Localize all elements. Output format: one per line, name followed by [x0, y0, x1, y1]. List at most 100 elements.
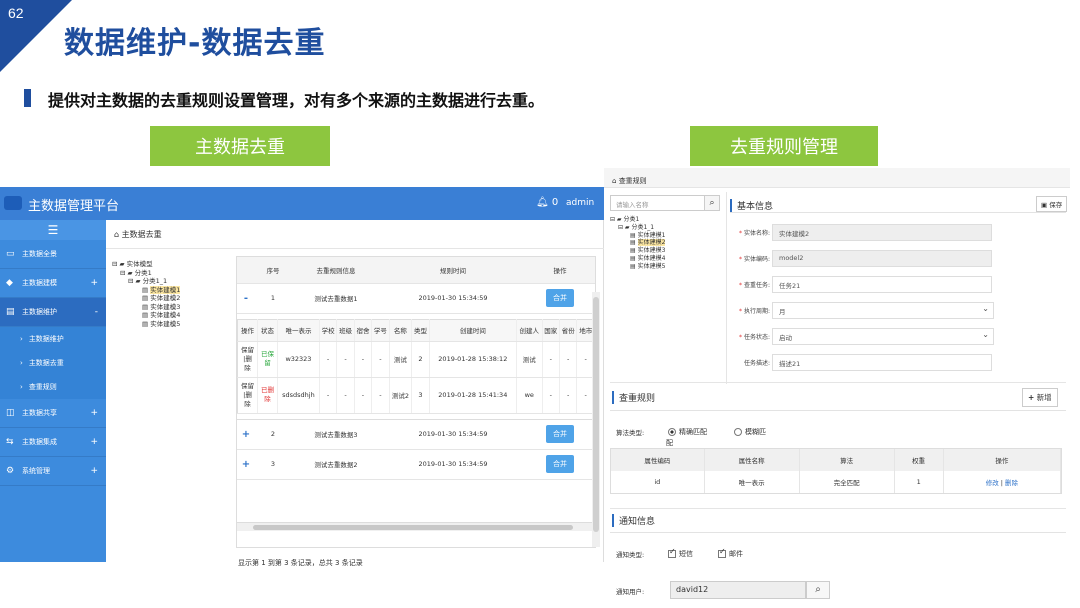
- algo-fuzzy-radio[interactable]: 模糊匹: [734, 427, 766, 437]
- keep-delete-links[interactable]: 保留 |删除: [237, 341, 258, 378]
- rule-section-title: 查重规则: [612, 391, 655, 404]
- notice-user-input[interactable]: david12: [670, 581, 806, 599]
- select-field[interactable]: 月 ⌄: [772, 302, 994, 319]
- sidebar-item-5[interactable]: ⚙ 系统管理 +: [0, 457, 106, 486]
- menu-icon: ▤: [6, 307, 15, 317]
- home-icon: ⌂: [612, 177, 617, 185]
- tree-cat11[interactable]: ⊟ ▰ 分类1_1: [112, 277, 180, 286]
- rule-col-header: 算法: [799, 449, 895, 471]
- text-field[interactable]: 任务21: [772, 276, 992, 293]
- sms-checkbox[interactable]: 短信: [668, 547, 693, 559]
- sidebar-subitem-1[interactable]: › 主数据去重: [0, 351, 106, 375]
- sidebar-item-0[interactable]: ▭ 主数据全景: [0, 240, 106, 269]
- table-row: + 2 测试去重数据3 2019-01-30 15:34:59 合并: [237, 419, 595, 450]
- file-icon: ▤: [142, 311, 149, 319]
- breadcrumb: ⌂ 主数据去重: [114, 229, 162, 240]
- row-toggle[interactable]: +: [237, 449, 255, 480]
- expand-icon: +: [90, 466, 98, 476]
- row-toggle[interactable]: -: [237, 283, 255, 314]
- text-field: model2: [772, 250, 992, 267]
- merge-button[interactable]: 合并: [546, 455, 574, 473]
- right-section-label: 去重规则管理: [690, 126, 878, 166]
- table-row: - 1 测试去重数据1 2019-01-30 15:34:59 合并: [237, 283, 595, 314]
- detail-col-header: 国家: [542, 319, 560, 342]
- sidebar-subitem-label: 主数据去重: [28, 359, 64, 367]
- field-label: * 执行周期:: [739, 308, 770, 315]
- text-field: 实体建模2: [772, 224, 992, 241]
- sidebar-subitem-2[interactable]: › 查重规则: [0, 375, 106, 399]
- search-icon[interactable]: ⌕: [806, 581, 830, 599]
- file-icon: ▤: [630, 239, 636, 247]
- field-label: * 实体编码:: [739, 256, 770, 263]
- file-icon: ▤: [630, 231, 636, 239]
- app-title: 主数据管理平台: [28, 199, 120, 214]
- email-checkbox[interactable]: 邮件: [718, 547, 743, 559]
- user-menu[interactable]: admin: [566, 198, 594, 208]
- sidebar-item-2[interactable]: ▤ 主数据维护 -: [0, 298, 106, 327]
- merge-button[interactable]: 合并: [546, 289, 574, 307]
- search-icon[interactable]: ⌕: [704, 195, 720, 211]
- chevron-right-icon: ›: [20, 383, 23, 391]
- main-content: ⌂ 主数据去重 ⊟ ▰ 实体模型 ⊟ ▰ 分类1 ⊟ ▰ 分类1_1 ▤ 实体建…: [106, 220, 604, 567]
- select-field[interactable]: 启动 ⌄: [772, 328, 994, 345]
- sidebar-item-4[interactable]: ⇆ 主数据集成 +: [0, 428, 106, 457]
- tree-cat1[interactable]: ⊟ ▰ 分类1: [610, 216, 665, 224]
- tree-leaf[interactable]: ▤ 实体建模4: [112, 311, 180, 320]
- chevron-down-icon: ⌄: [982, 304, 989, 313]
- row-rule: 测试去重数据1: [291, 283, 381, 314]
- sidebar-subitem-0[interactable]: › 主数据维护: [0, 327, 106, 351]
- home-icon: ⌂: [114, 230, 120, 239]
- merge-button[interactable]: 合并: [546, 425, 574, 443]
- notification-count: 0: [551, 197, 559, 208]
- file-icon: ▤: [142, 302, 149, 311]
- tree-leaf[interactable]: ▤ 实体建模1: [112, 285, 181, 295]
- tree-leaf[interactable]: ▤ 实体建模2: [112, 294, 180, 303]
- col-action: 操作: [525, 257, 595, 284]
- detail-col-header: 唯一表示: [277, 319, 320, 342]
- row-toggle[interactable]: +: [237, 419, 255, 450]
- text-field[interactable]: 描述21: [772, 354, 992, 371]
- sidebar-subitem-label: 查重规则: [28, 383, 57, 391]
- delete-link[interactable]: 删除: [1005, 479, 1018, 487]
- edit-link[interactable]: 修改: [986, 479, 999, 487]
- app-logo-icon: [4, 196, 22, 210]
- sidebar-item-3[interactable]: ◫ 主数据共享 +: [0, 399, 106, 428]
- tree-cat1[interactable]: ⊟ ▰ 分类1: [112, 269, 180, 278]
- tree-leaf[interactable]: ▤ 实体建模4: [610, 255, 665, 263]
- file-icon: ▤: [142, 285, 149, 294]
- menu-toggle[interactable]: ☰: [0, 220, 106, 240]
- sidebar-item-label: 主数据维护: [22, 308, 57, 316]
- plus-icon: +: [1028, 393, 1035, 402]
- tree-leaf[interactable]: ▤ 实体建模3: [112, 303, 180, 312]
- rule-table: 属性编码 属性名称 算法 权重 操作 id 唯一表示 完全匹配 1 修改 | 删除: [610, 448, 1062, 494]
- tree-leaf[interactable]: ▤ 实体建模5: [112, 320, 180, 329]
- sidebar-item-label: 主数据建模: [22, 279, 57, 287]
- horizontal-scrollbar[interactable]: [237, 522, 595, 531]
- vertical-scrollbar[interactable]: [592, 292, 600, 547]
- table-row: 保留 |删除 已删除 sdsdsdhjh - - - - 测试2 3 2019-0…: [237, 377, 595, 414]
- save-icon: ▣: [1041, 201, 1048, 209]
- algo-exact-radio[interactable]: 精确匹配: [668, 427, 707, 437]
- notification-bell[interactable]: 🔔︎ 0: [536, 197, 558, 208]
- rule-col-header: 属性名称: [704, 449, 800, 471]
- detail-col-header: 类型: [411, 319, 430, 342]
- tree-cat11[interactable]: ⊟ ▰ 分类1_1: [610, 224, 665, 232]
- divider: [106, 248, 604, 249]
- tree-leaf[interactable]: ▤ 实体建模3: [610, 247, 665, 255]
- keep-delete-links[interactable]: 保留 |删除: [237, 377, 258, 414]
- sidebar-item-label: 主数据共享: [22, 409, 57, 417]
- rule-col-header: 属性编码: [611, 449, 705, 471]
- field-label: * 实体名称:: [739, 230, 770, 237]
- status-badge: 已保留: [257, 341, 278, 378]
- basic-info-title: 基本信息: [730, 199, 773, 212]
- detail-col-header: 学校: [319, 319, 338, 342]
- save-button[interactable]: ▣ 保存: [1036, 196, 1068, 212]
- detail-col-header: 名称: [389, 319, 413, 342]
- sidebar-item-1[interactable]: ◆ 主数据建模 +: [0, 269, 106, 298]
- tree-leaf[interactable]: ▤ 实体建模5: [610, 263, 665, 271]
- tree-root[interactable]: ⊟ ▰ 实体模型: [112, 260, 180, 269]
- detail-row: 操作 状态 唯一表示 学校 班级 宿舍 学号 名称 类型 创建时间 创建人 国家 省份 地市 保留 |删除 …: [237, 313, 595, 420]
- page-subtitle: 提供对主数据的去重规则设置管理，对有多个来源的主数据进行去重。: [48, 91, 545, 110]
- page-title: 数据维护-数据去重: [64, 26, 326, 61]
- add-rule-button[interactable]: + 新增: [1022, 388, 1058, 407]
